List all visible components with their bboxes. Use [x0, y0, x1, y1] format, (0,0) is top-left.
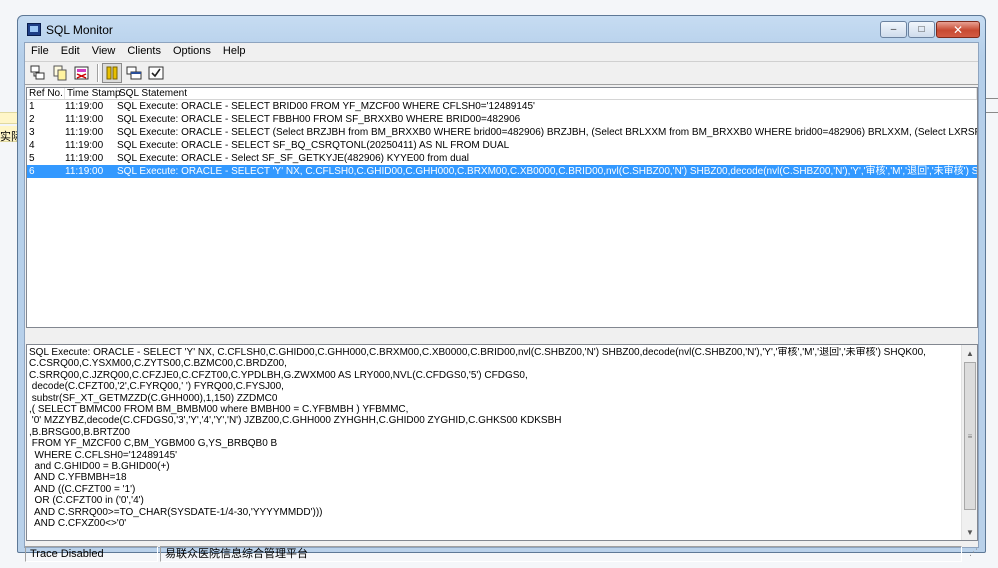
column-header-sql-statement[interactable]: SQL Statement — [117, 88, 977, 99]
list-row-selected[interactable]: 6 11:19:00 SQL Execute: ORACLE - SELECT … — [27, 165, 977, 178]
sql-line: AND C.CFXZ00<>'0' — [29, 518, 127, 530]
row-time-stamp: 11:19:00 — [65, 114, 104, 125]
client-area: File Edit View Clients Options Help Ref … — [24, 42, 979, 562]
list-header: Ref No. Time Stamp SQL Statement — [27, 88, 977, 100]
column-header-ref-no[interactable]: Ref No. — [27, 88, 65, 99]
row-time-stamp: 11:19:00 — [65, 153, 104, 164]
menu-clients[interactable]: Clients — [121, 43, 167, 60]
export-button[interactable] — [28, 63, 48, 83]
row-ref-no: 2 — [29, 114, 35, 125]
row-ref-no: 6 — [29, 166, 35, 177]
list-row[interactable]: 2 11:19:00 SQL Execute: ORACLE - SELECT … — [27, 113, 977, 126]
sql-line: decode(C.CFZT00,'2',C.FYRQ00,' ') FYRQ00… — [29, 381, 284, 393]
sql-monitor-app-icon[interactable] — [27, 23, 41, 36]
arrow-up-icon: ▲ — [966, 348, 974, 358]
window-title: SQL Monitor — [46, 23, 113, 37]
grip-icon: ≡ — [967, 431, 973, 441]
sql-line: SQL Execute: ORACLE - SELECT 'Y' NX, C.C… — [29, 347, 926, 358]
menu-file[interactable]: File — [25, 43, 55, 60]
window-button[interactable] — [124, 63, 144, 83]
row-time-stamp: 11:19:00 — [65, 140, 104, 151]
checklist-button[interactable] — [146, 63, 166, 83]
scroll-thumb[interactable]: ≡ — [964, 362, 976, 510]
sql-line: OR (C.CFZT00 in ('0','4') — [29, 495, 144, 507]
clear-button[interactable] — [72, 63, 92, 83]
sql-line: '0' MZZYBZ,decode(C.CFDGS0,'3','Y','4','… — [29, 415, 562, 427]
sql-line: ,B.BRSG00,B.BRTZ00 — [29, 426, 130, 438]
trace-status: Trace Disabled — [25, 546, 158, 562]
row-ref-no: 4 — [29, 140, 35, 151]
close-button[interactable]: ✕ — [936, 21, 980, 38]
window-icon — [126, 66, 142, 80]
close-icon: ✕ — [952, 22, 964, 37]
application-name-status: 易联众医院信息综合管理平台 — [160, 546, 962, 562]
sql-line: C.SRRQ00,C.JZRQ00,C.CFZJE0,C.CFZT00,C.YP… — [29, 369, 528, 381]
sql-detail-pane[interactable]: SQL Execute: ORACLE - SELECT 'Y' NX, C.C… — [26, 344, 978, 541]
sql-line: substr(SF_XT_GETMZZD(C.GHH000),1,150) ZZ… — [29, 392, 278, 404]
clear-icon — [74, 66, 89, 80]
list-row[interactable]: 1 11:19:00 SQL Execute: ORACLE - SELECT … — [27, 100, 977, 113]
sql-statement-list[interactable]: Ref No. Time Stamp SQL Statement 1 11:19… — [26, 87, 978, 328]
resize-grip-icon[interactable]: ⋰ — [964, 547, 978, 561]
row-time-stamp: 11:19:00 — [65, 101, 104, 112]
scroll-down-button[interactable]: ▼ — [962, 524, 978, 540]
status-bar: Trace Disabled 易联众医院信息综合管理平台 ⋰ — [25, 545, 978, 563]
list-row[interactable]: 5 11:19:00 SQL Execute: ORACLE - Select … — [27, 152, 977, 165]
menu-help[interactable]: Help — [217, 43, 252, 60]
sql-line: AND ((C.CFZT00 = '1') — [29, 483, 136, 495]
arrow-down-icon: ▼ — [966, 527, 974, 537]
row-sql-statement: SQL Execute: ORACLE - SELECT SF_BQ_CSRQT… — [117, 140, 510, 151]
list-row[interactable]: 4 11:19:00 SQL Execute: ORACLE - SELECT … — [27, 139, 977, 152]
menu-bar: File Edit View Clients Options Help — [25, 43, 978, 60]
pause-icon — [106, 66, 118, 80]
menu-options[interactable]: Options — [167, 43, 217, 60]
row-sql-statement: SQL Execute: ORACLE - SELECT (Select BRZ… — [117, 127, 977, 138]
row-ref-no: 1 — [29, 101, 35, 112]
checklist-icon — [148, 66, 164, 80]
scroll-up-button[interactable]: ▲ — [962, 345, 978, 361]
copy-button[interactable] — [50, 63, 70, 83]
pause-button[interactable] — [102, 63, 122, 83]
sql-line: AND C.YFBMBH=18 — [29, 472, 127, 484]
row-ref-no: 5 — [29, 153, 35, 164]
toolbar-separator — [97, 64, 99, 82]
sql-line: AND C.SRRQ00>=TO_CHAR(SYSDATE-1/4-30,'YY… — [29, 506, 323, 518]
list-row[interactable]: 3 11:19:00 SQL Execute: ORACLE - SELECT … — [27, 126, 977, 139]
row-sql-statement: SQL Execute: ORACLE - SELECT FBBH00 FROM… — [117, 114, 521, 125]
row-sql-statement: SQL Execute: ORACLE - SELECT 'Y' NX, C.C… — [117, 166, 977, 177]
row-sql-statement: SQL Execute: ORACLE - SELECT BRID00 FROM… — [117, 101, 535, 112]
sql-line: FROM YF_MZCF00 C,BM_YGBM00 G,YS_BRBQB0 B — [29, 438, 278, 450]
title-bar[interactable]: SQL Monitor – □ ✕ — [18, 16, 985, 42]
row-time-stamp: 11:19:00 — [65, 166, 104, 177]
sql-detail-text[interactable]: SQL Execute: ORACLE - SELECT 'Y' NX, C.C… — [29, 347, 959, 537]
toolbar — [25, 61, 978, 85]
sql-line: ,( SELECT BMMC00 FROM BM_BMBM00 where BM… — [29, 404, 409, 416]
sql-monitor-window: SQL Monitor – □ ✕ File Edit View Clients… — [17, 15, 986, 562]
row-time-stamp: 11:19:00 — [65, 127, 104, 138]
minimize-button[interactable]: – — [880, 21, 907, 38]
maximize-button[interactable]: □ — [908, 21, 935, 38]
maximize-icon: □ — [918, 24, 925, 35]
menu-edit[interactable]: Edit — [55, 43, 86, 60]
vertical-scrollbar[interactable]: ▲ ≡ ▼ — [961, 345, 977, 540]
export-icon — [30, 65, 45, 80]
row-sql-statement: SQL Execute: ORACLE - Select SF_SF_GETKY… — [117, 153, 470, 164]
window-controls: – □ ✕ — [879, 21, 980, 38]
row-ref-no: 3 — [29, 127, 35, 138]
sql-line: and C.GHID00 = B.GHID00(+) — [29, 461, 170, 473]
sql-line: C.CSRQ00,C.YSXM00,C.ZYTS00,C.BZMC00,C.BR… — [29, 358, 287, 370]
menu-view[interactable]: View — [86, 43, 122, 60]
copy-icon — [53, 65, 67, 81]
column-header-time-stamp[interactable]: Time Stamp — [65, 88, 121, 99]
minimize-icon: – — [890, 24, 897, 35]
sql-line: WHERE C.CFLSH0='12489145' — [29, 449, 178, 461]
